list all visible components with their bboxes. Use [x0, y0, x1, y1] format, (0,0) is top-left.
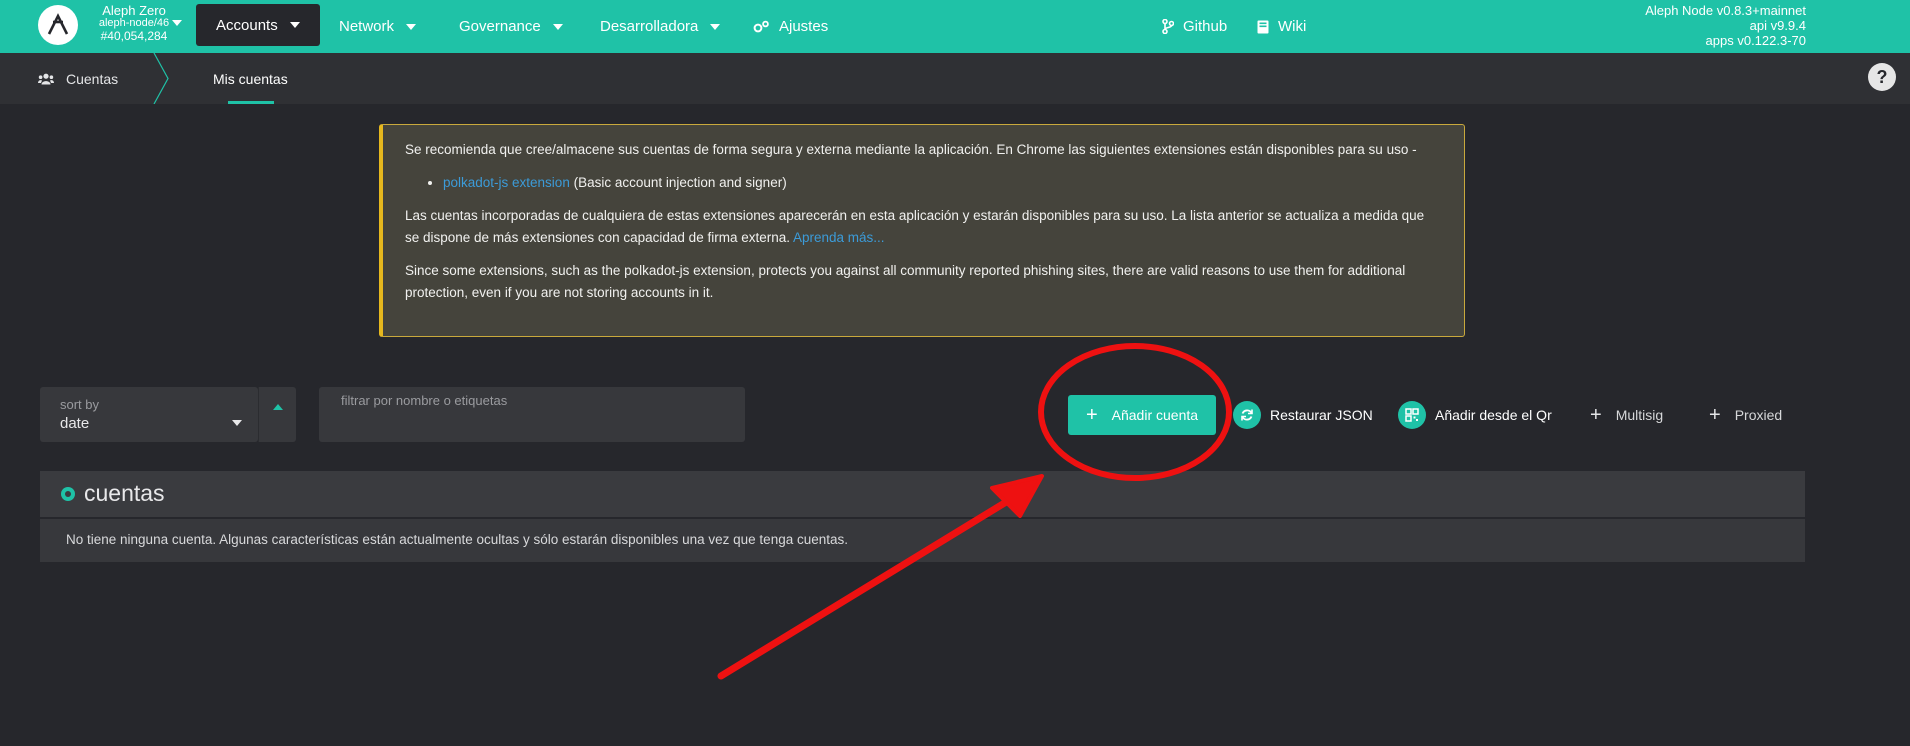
chevron-down-icon: [406, 23, 417, 30]
accounts-empty-row: No tiene ninguna cuenta. Algunas caracte…: [40, 519, 1805, 562]
learn-more-link[interactable]: Aprenda más...: [793, 230, 885, 245]
active-tab-indicator: [228, 101, 274, 104]
add-account-label: Añadir cuenta: [1111, 407, 1199, 423]
nav-tab-settings-label: Ajustes: [779, 18, 829, 35]
nav-tab-accounts[interactable]: Accounts: [196, 4, 320, 46]
apps-version: apps v0.122.3-70: [1705, 33, 1806, 48]
qrcode-icon: [1398, 401, 1426, 429]
chevron-down-icon: [289, 22, 300, 28]
nav-tab-settings[interactable]: Ajustes: [753, 0, 828, 53]
proxied-label: Proxied: [1734, 407, 1783, 423]
breadcrumb-root[interactable]: Cuentas: [38, 53, 118, 104]
plus-icon: +: [1590, 403, 1602, 426]
accounts-table-title: cuentas: [84, 480, 165, 506]
multisig-button[interactable]: + Multisig: [1590, 395, 1663, 435]
extension-info-box: Se recomienda que cree/almacene sus cuen…: [379, 124, 1465, 337]
extension-list: polkadot-js extension (Basic account inj…: [443, 172, 1442, 194]
breadcrumb-separator-icon: [153, 53, 169, 104]
add-account-button[interactable]: + Añadir cuenta: [1068, 395, 1216, 435]
chain-best-block: #40,054,284: [100, 29, 168, 43]
accounts-empty-message: No tiene ninguna cuenta. Algunas caracte…: [66, 532, 848, 547]
restore-json-label: Restaurar JSON: [1270, 407, 1373, 423]
nav-tab-accounts-label: Accounts: [216, 16, 278, 34]
sync-icon: [1233, 401, 1261, 429]
add-from-qr-button[interactable]: Añadir desde el Qr: [1398, 395, 1552, 435]
proxied-button[interactable]: + Proxied: [1709, 395, 1782, 435]
nav-link-github-label: Github: [1183, 18, 1228, 35]
red-annotation-overlay: [717, 343, 1232, 680]
nav-link-github[interactable]: Github: [1162, 0, 1227, 53]
chevron-down-icon: [552, 23, 563, 30]
accounts-status-icon: [61, 487, 75, 501]
help-button-label: ?: [1876, 66, 1888, 87]
chain-selector[interactable]: Aleph Zero aleph-node/46 #40,054,284: [94, 4, 174, 43]
nav-tab-developer-label: Desarrolladora: [600, 18, 699, 35]
info-paragraph-2: Las cuentas incorporadas de cualquiera d…: [405, 205, 1442, 249]
code-branch-icon: [1162, 19, 1174, 34]
book-icon: [1257, 20, 1269, 34]
sort-by-value: date: [60, 415, 90, 432]
api-version: api v9.9.4: [1749, 18, 1806, 33]
info-paragraph-1: Se recomienda que cree/almacene sus cuen…: [405, 142, 1417, 157]
chevron-down-icon: [232, 420, 242, 426]
aleph-zero-logo-icon[interactable]: [38, 5, 78, 45]
nav-tab-governance[interactable]: Governance: [459, 0, 563, 53]
info-paragraph-2-text: Las cuentas incorporadas de cualquiera d…: [405, 208, 1425, 245]
help-button[interactable]: ?: [1868, 63, 1896, 91]
chain-name: Aleph Zero: [102, 3, 166, 18]
nav-tab-network[interactable]: Network: [339, 0, 417, 53]
multisig-label: Multisig: [1615, 407, 1664, 423]
tab-my-accounts[interactable]: Mis cuentas: [213, 53, 288, 104]
sort-by-dropdown[interactable]: sort by date: [40, 387, 258, 442]
plus-icon: +: [1709, 403, 1721, 426]
breadcrumb-root-label: Cuentas: [66, 70, 119, 87]
add-from-qr-label: Añadir desde el Qr: [1435, 407, 1552, 423]
breadcrumb-bar: Cuentas Mis cuentas: [0, 53, 1910, 104]
nav-link-wiki-label: Wiki: [1278, 18, 1307, 35]
sort-ascending-icon: [273, 404, 283, 410]
chevron-down-icon: [710, 23, 721, 30]
tab-my-accounts-label: Mis cuentas: [213, 70, 288, 87]
users-icon: [38, 73, 54, 85]
nav-tab-governance-label: Governance: [459, 18, 541, 35]
nav-tab-network-label: Network: [339, 18, 395, 35]
polkadot-extension-link[interactable]: polkadot-js extension: [443, 175, 570, 190]
sort-direction-toggle[interactable]: [258, 387, 296, 442]
polkadot-extension-description: (Basic account injection and signer): [569, 175, 787, 190]
nav-link-wiki[interactable]: Wiki: [1257, 0, 1306, 53]
top-navigation-bar: Aleph Zero aleph-node/46 #40,054,284 Acc…: [0, 0, 1910, 53]
node-version: Aleph Node v0.8.3+mainnet: [1645, 3, 1806, 18]
restore-json-button[interactable]: Restaurar JSON: [1233, 395, 1373, 435]
info-paragraph-3: Since some extensions, such as the polka…: [405, 263, 1406, 300]
filter-input[interactable]: [319, 387, 745, 442]
cogs-icon: [753, 20, 770, 34]
sort-control: sort by date: [40, 387, 296, 442]
plus-icon: +: [1085, 403, 1098, 426]
accounts-table-header: cuentas: [40, 471, 1805, 517]
nav-tab-developer[interactable]: Desarrolladora: [600, 0, 721, 53]
sort-by-label: sort by: [60, 397, 100, 412]
version-info: Aleph Node v0.8.3+mainnet api v9.9.4 app…: [1645, 3, 1806, 48]
extension-list-item: polkadot-js extension (Basic account inj…: [443, 172, 1442, 194]
chain-selector-caret-icon[interactable]: [172, 20, 182, 26]
